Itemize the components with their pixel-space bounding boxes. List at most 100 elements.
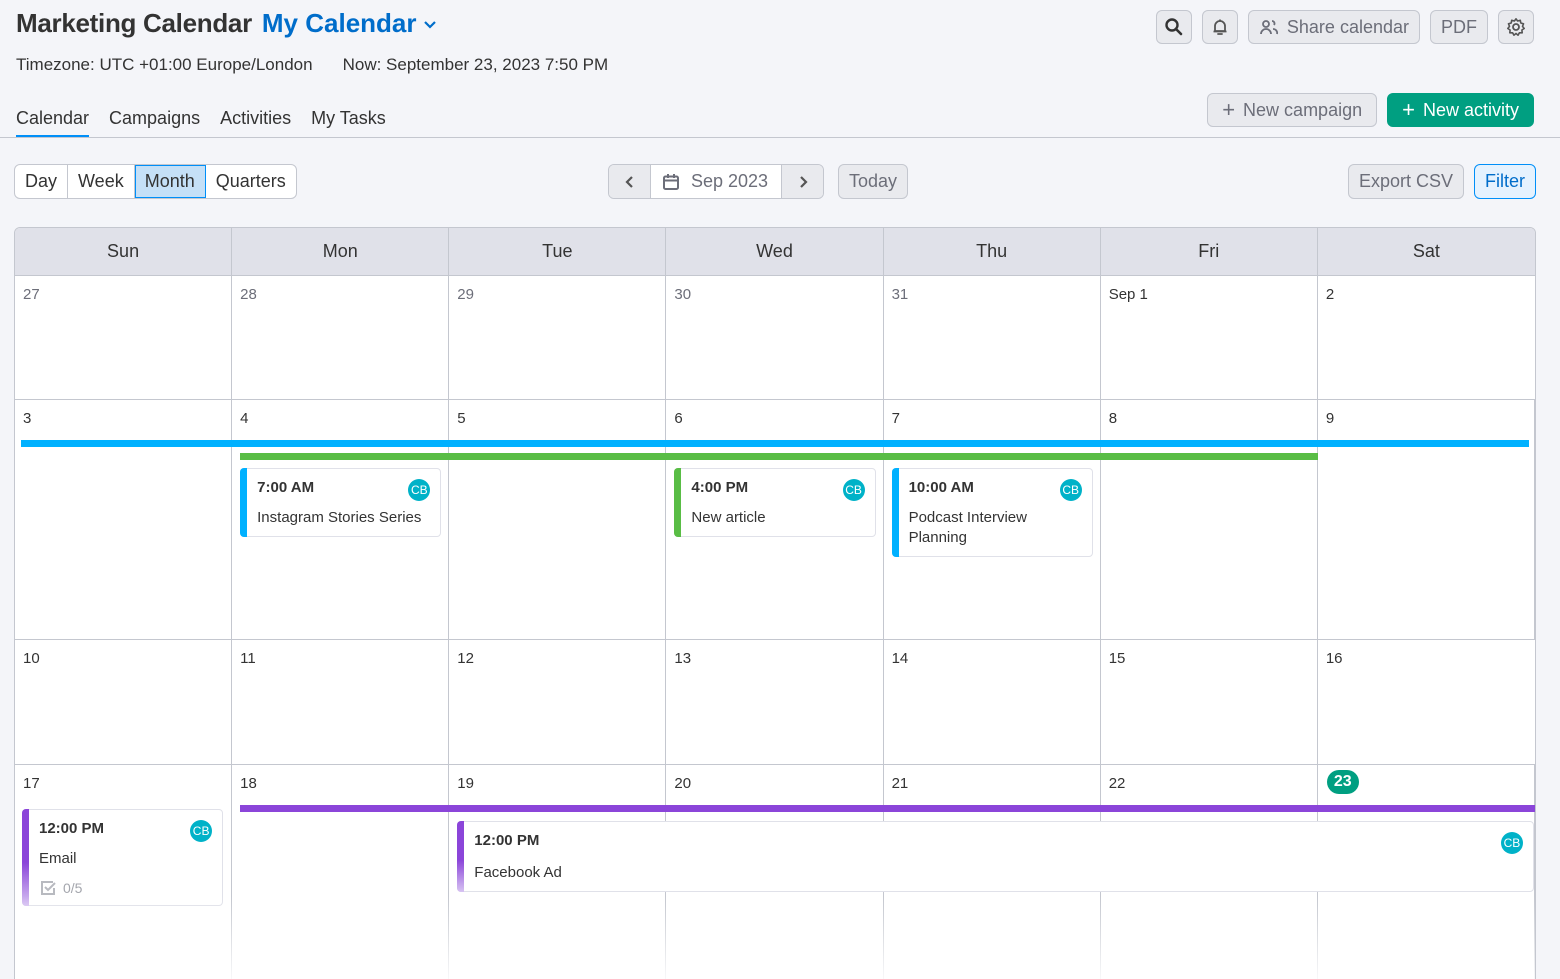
day-number: 28 bbox=[240, 286, 257, 303]
new-campaign-label: New campaign bbox=[1243, 99, 1363, 120]
day-number: 11 bbox=[240, 650, 256, 667]
search-button[interactable] bbox=[1155, 10, 1192, 44]
new-activity-label: New activity bbox=[1422, 99, 1519, 120]
event-card[interactable]: 10:00 AM CB Podcast Interview Planning bbox=[891, 468, 1093, 557]
campaign-bar[interactable] bbox=[240, 805, 1535, 812]
chevron-down-icon bbox=[423, 20, 436, 29]
calendar-selector[interactable]: My Calendar bbox=[262, 8, 437, 39]
campaign-bar[interactable] bbox=[240, 453, 1318, 460]
timezone-label: Timezone: UTC +01:00 Europe/London bbox=[16, 55, 313, 74]
day-number: 9 bbox=[1325, 410, 1335, 427]
calendar-week: 10 11 12 13 14 15 16 bbox=[15, 640, 1535, 765]
tabs-divider bbox=[0, 137, 1560, 138]
day-cell[interactable]: 9 bbox=[1318, 400, 1535, 639]
event-time: 10:00 AM bbox=[908, 479, 974, 496]
event-title: Email bbox=[39, 850, 77, 867]
day-number: 20 bbox=[674, 775, 692, 792]
today-button[interactable]: Today bbox=[838, 164, 909, 199]
day-number: 10 bbox=[23, 650, 40, 667]
task-progress: 0/5 bbox=[39, 879, 212, 897]
assignee-avatar: CB bbox=[1059, 479, 1082, 501]
day-number: 7 bbox=[891, 410, 900, 427]
day-cell[interactable]: 2 bbox=[1318, 276, 1535, 399]
event-card[interactable]: 12:00 PM CB Email 0/5 bbox=[22, 809, 224, 906]
event-time: 12:00 PM bbox=[39, 820, 105, 837]
plus-icon: + bbox=[1402, 97, 1415, 122]
day-number: 5 bbox=[457, 410, 466, 427]
calendar-week: 27 28 29 30 31 Sep 1 2 bbox=[15, 276, 1535, 400]
next-month-button[interactable] bbox=[782, 165, 823, 198]
notifications-button[interactable] bbox=[1201, 10, 1238, 44]
day-number: 16 bbox=[1325, 650, 1343, 667]
day-number: 6 bbox=[674, 410, 683, 427]
tab-activities[interactable]: Activities bbox=[220, 108, 291, 135]
day-cell[interactable]: 15 bbox=[1101, 640, 1318, 764]
day-number: 8 bbox=[1108, 410, 1118, 427]
chevron-left-icon bbox=[624, 175, 633, 188]
users-icon bbox=[1260, 20, 1278, 35]
new-activity-button[interactable]: + New activity bbox=[1387, 93, 1534, 127]
view-day-button[interactable]: Day bbox=[15, 165, 69, 198]
day-cell[interactable]: 27 bbox=[15, 276, 233, 399]
day-cell[interactable]: 31 bbox=[884, 276, 1101, 399]
view-week-button[interactable]: Week bbox=[68, 165, 135, 198]
weekday-fri: Fri bbox=[1101, 228, 1318, 275]
filter-button[interactable]: Filter bbox=[1474, 164, 1536, 199]
event-card[interactable]: 12:00 PM CB Facebook Ad bbox=[457, 821, 1534, 892]
export-csv-button[interactable]: Export CSV bbox=[1347, 164, 1464, 199]
bell-icon bbox=[1213, 19, 1227, 35]
weekday-sat: Sat bbox=[1412, 241, 1440, 261]
day-number: 17 bbox=[23, 775, 40, 792]
day-cell[interactable]: 30 bbox=[666, 276, 884, 399]
event-time: 12:00 PM bbox=[474, 832, 540, 849]
share-calendar-button[interactable]: Share calendar bbox=[1247, 10, 1420, 44]
event-card[interactable]: 4:00 PM CB New article bbox=[674, 468, 876, 537]
day-cell[interactable]: 3 bbox=[15, 400, 233, 639]
view-month-button[interactable]: Month bbox=[134, 165, 206, 198]
period-picker[interactable]: Sep 2023 bbox=[650, 165, 782, 198]
campaign-bar[interactable] bbox=[21, 440, 1529, 447]
app-title: Marketing Calendar bbox=[16, 8, 252, 38]
day-cell[interactable]: 12 bbox=[449, 640, 667, 764]
month-navigator: Sep 2023 bbox=[608, 164, 824, 199]
current-time-label: Now: September 23, 2023 7:50 PM bbox=[342, 55, 609, 74]
day-cell[interactable]: 28 bbox=[232, 276, 450, 399]
day-cell[interactable]: 16 bbox=[1318, 640, 1535, 764]
create-actions: + New campaign + New activity bbox=[1207, 93, 1534, 127]
weekday-thu: Thu bbox=[884, 228, 1101, 275]
event-card[interactable]: 7:00 AM CB Instagram Stories Series bbox=[240, 468, 442, 537]
day-cell[interactable]: 10 bbox=[15, 640, 233, 764]
day-cell[interactable]: 29 bbox=[449, 276, 667, 399]
day-cell[interactable]: 5 bbox=[449, 400, 667, 639]
meta-row: Timezone: UTC +01:00 Europe/London Now: … bbox=[16, 55, 608, 75]
tab-campaigns[interactable]: Campaigns bbox=[109, 108, 200, 135]
day-number: 30 bbox=[674, 286, 692, 303]
day-cell[interactable]: Sep 1 bbox=[1101, 276, 1318, 399]
day-cell[interactable]: 11 bbox=[232, 640, 450, 764]
day-number: 13 bbox=[674, 650, 692, 667]
tab-calendar[interactable]: Calendar bbox=[16, 108, 90, 138]
weekday-mon: Mon bbox=[232, 228, 450, 275]
settings-button[interactable] bbox=[1498, 10, 1534, 44]
day-number: 14 bbox=[891, 650, 909, 667]
weekday-header: Sun Mon Tue Wed Thu Fri Sat bbox=[15, 228, 1535, 276]
day-number: 12 bbox=[457, 650, 474, 667]
tab-my-tasks[interactable]: My Tasks bbox=[311, 108, 386, 135]
day-cell[interactable]: 14 bbox=[884, 640, 1101, 764]
day-cell[interactable]: 8 bbox=[1101, 400, 1318, 639]
new-campaign-button[interactable]: + New campaign bbox=[1207, 93, 1378, 127]
day-number: Sep 1 bbox=[1108, 286, 1148, 303]
pdf-button[interactable]: PDF bbox=[1430, 10, 1488, 44]
today-date-badge: 23 bbox=[1326, 770, 1359, 794]
day-number: 3 bbox=[23, 410, 32, 427]
day-number: 22 bbox=[1108, 775, 1126, 792]
task-count: 0/5 bbox=[63, 880, 83, 896]
weekday-sun: Sun bbox=[15, 228, 233, 275]
day-cell[interactable]: 13 bbox=[666, 640, 884, 764]
weeks-container: 27 28 29 30 31 Sep 1 2 3 4 5 6 7 8 9 7:00 AM CB Instagra… bbox=[15, 276, 1535, 979]
previous-month-button[interactable] bbox=[609, 165, 650, 198]
right-tools: Export CSV Filter bbox=[1347, 164, 1536, 199]
day-cell[interactable]: 18 bbox=[232, 765, 450, 979]
view-quarters-button[interactable]: Quarters bbox=[206, 165, 296, 198]
day-number: 27 bbox=[23, 286, 40, 303]
